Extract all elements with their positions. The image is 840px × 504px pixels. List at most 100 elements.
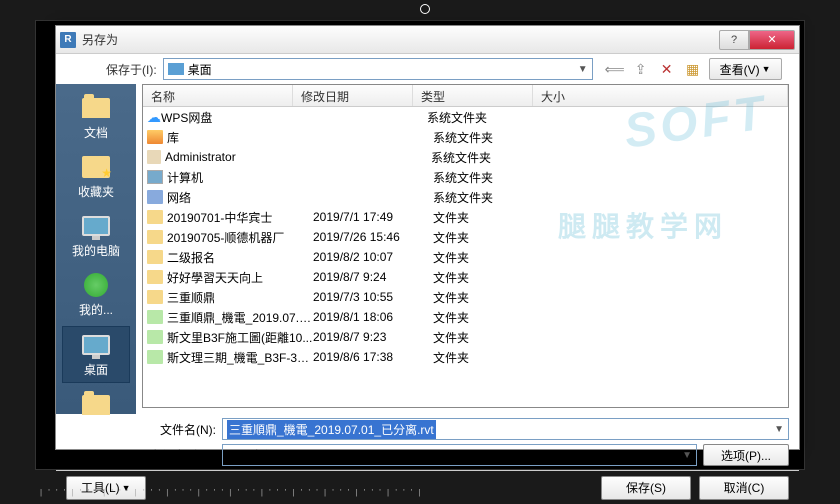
- file-row[interactable]: 斯文理三期_機電_B3F-3F...2019/8/6 17:38文件夹: [143, 347, 788, 367]
- sidebar-item-收藏夹[interactable]: 收藏夹: [62, 149, 130, 204]
- view-label: 查看(V): [720, 61, 760, 78]
- file-row[interactable]: 网络 系统文件夹: [143, 187, 788, 207]
- folder-icon: [80, 94, 112, 122]
- titlebar[interactable]: R 另存为 ? ✕: [56, 26, 799, 54]
- row-date: 2019/7/3 10:55: [313, 290, 433, 304]
- filetype-label: 文件类型(T):: [136, 447, 216, 464]
- toolbar: 保存于(I): 桌面 ▼ ⟸ ⇪ ✕ ▦ 查看(V) ▼: [56, 54, 799, 84]
- row-name: WPS网盘: [161, 109, 307, 126]
- row-type: 系统文件夹: [427, 109, 547, 126]
- row-name: 三重順鼎_機電_2019.07.0...: [167, 309, 313, 326]
- chevron-down-icon: ▼: [762, 64, 771, 74]
- col-name[interactable]: 名称: [143, 85, 293, 106]
- file-row[interactable]: 斯文里B3F施工圖(距離10...2019/8/7 9:23文件夹: [143, 327, 788, 347]
- dialog-title: 另存为: [82, 31, 719, 48]
- row-date: 2019/8/2 10:07: [313, 250, 433, 264]
- bottom-fields: 文件名(N): 三重順鼎_機電_2019.07.01_已分离.rvt ▼ 文件类…: [56, 414, 799, 470]
- filetype-dropdown[interactable]: 项目文件 (*.rvt) ▼: [222, 444, 697, 466]
- row-name: 计算机: [167, 169, 313, 186]
- sidebar-label: 我的...: [79, 301, 113, 318]
- up-icon[interactable]: ⇪: [631, 59, 651, 79]
- row-name: 斯文里B3F施工圖(距離10...: [167, 329, 313, 346]
- file-row[interactable]: 计算机 系统文件夹: [143, 167, 788, 187]
- row-name: 20190701-中华宾士: [167, 209, 313, 226]
- back-icon[interactable]: ⟸: [605, 59, 625, 79]
- col-type[interactable]: 类型: [413, 85, 533, 106]
- app-icon: R: [60, 32, 76, 48]
- row-type: 系统文件夹: [433, 189, 553, 206]
- close-button[interactable]: ✕: [749, 30, 795, 50]
- row-type: 文件夹: [433, 249, 553, 266]
- file-row[interactable]: 20190705-顺德机器厂2019/7/26 15:46文件夹: [143, 227, 788, 247]
- col-size[interactable]: 大小: [533, 85, 788, 106]
- row-type: 文件夹: [433, 209, 553, 226]
- row-date: 2019/8/6 17:38: [313, 350, 433, 364]
- globe-icon: [80, 271, 112, 299]
- file-row[interactable]: 库 系统文件夹: [143, 127, 788, 147]
- row-name: 20190705-顺德机器厂: [167, 229, 313, 246]
- view-button[interactable]: 查看(V) ▼: [709, 58, 782, 80]
- row-date: 2019/8/7 9:23: [313, 330, 433, 344]
- save-in-label: 保存于(I):: [106, 61, 157, 78]
- sidebar-label: 文档: [84, 124, 108, 141]
- location-text: 桌面: [188, 61, 212, 78]
- folder-icon: [80, 391, 112, 419]
- file-row[interactable]: 好好學習天天向上2019/8/7 9:24文件夹: [143, 267, 788, 287]
- row-type: 系统文件夹: [431, 149, 551, 166]
- chevron-down-icon[interactable]: ▼: [682, 450, 692, 461]
- file-row[interactable]: 20190701-中华宾士2019/7/1 17:49文件夹: [143, 207, 788, 227]
- delete-icon[interactable]: ✕: [657, 59, 677, 79]
- file-row[interactable]: 三重顺鼎2019/7/3 10:55文件夹: [143, 287, 788, 307]
- row-type: 文件夹: [433, 289, 553, 306]
- row-type: 系统文件夹: [433, 129, 553, 146]
- monitor-icon: [80, 212, 112, 240]
- new-folder-icon[interactable]: ▦: [683, 59, 703, 79]
- sidebar-item-桌面[interactable]: 桌面: [62, 326, 130, 383]
- sidebar-item-我的...[interactable]: 我的...: [62, 267, 130, 322]
- places-sidebar: 文档收藏夹我的电脑我的... 桌面: [56, 84, 136, 414]
- desktop-icon: [168, 63, 184, 75]
- chevron-down-icon: ▼: [578, 64, 588, 75]
- options-button[interactable]: 选项(P)...: [703, 444, 789, 466]
- row-name: Administrator: [165, 150, 311, 164]
- save-as-dialog: R 另存为 ? ✕ 保存于(I): 桌面 ▼ ⟸ ⇪ ✕ ▦ 查看(V) ▼ 文…: [55, 25, 800, 450]
- row-name: 三重顺鼎: [167, 289, 313, 306]
- sidebar-label: 我的电脑: [72, 242, 120, 259]
- row-name: 好好學習天天向上: [167, 269, 313, 286]
- row-date: 2019/7/1 17:49: [313, 210, 433, 224]
- sidebar-item-文档[interactable]: 文档: [62, 90, 130, 145]
- resize-handle-top[interactable]: [420, 4, 430, 14]
- footer: 工具(L) ▼ 保存(S) 取消(C): [56, 470, 799, 504]
- sidebar-item-我的电脑[interactable]: 我的电脑: [62, 208, 130, 263]
- file-row[interactable]: Administrator 系统文件夹: [143, 147, 788, 167]
- row-name: 斯文理三期_機電_B3F-3F...: [167, 349, 313, 366]
- row-date: 2019/8/1 18:06: [313, 310, 433, 324]
- filename-value: 三重順鼎_機電_2019.07.01_已分离.rvt: [227, 420, 436, 439]
- sidebar-label: 桌面: [84, 361, 108, 378]
- row-name: 二级报名: [167, 249, 313, 266]
- help-button[interactable]: ?: [719, 30, 749, 50]
- chevron-down-icon[interactable]: ▼: [774, 424, 784, 435]
- file-row[interactable]: 二级报名2019/8/2 10:07文件夹: [143, 247, 788, 267]
- filename-label: 文件名(N):: [136, 421, 216, 438]
- location-dropdown[interactable]: 桌面 ▼: [163, 58, 593, 80]
- file-row[interactable]: 三重順鼎_機電_2019.07.0...2019/8/1 18:06文件夹: [143, 307, 788, 327]
- col-date[interactable]: 修改日期: [293, 85, 413, 106]
- star-icon: [80, 153, 112, 181]
- row-type: 文件夹: [433, 349, 553, 366]
- file-row[interactable]: ☁WPS网盘系统文件夹: [143, 107, 788, 127]
- row-date: 2019/8/7 9:24: [313, 270, 433, 284]
- row-name: 网络: [167, 189, 313, 206]
- file-list: SOFT 腿腿教学网 名称 修改日期 类型 大小 ☁WPS网盘系统文件夹库系统文…: [142, 84, 789, 408]
- row-type: 文件夹: [433, 269, 553, 286]
- row-type: 系统文件夹: [433, 169, 553, 186]
- list-header: 名称 修改日期 类型 大小: [143, 85, 788, 107]
- row-date: 2019/7/26 15:46: [313, 230, 433, 244]
- timeline-ruler: | ' ' ' | ' ' ' | ' ' ' | ' ' ' | ' ' ' …: [40, 488, 800, 498]
- filetype-value: 项目文件 (*.rvt): [227, 447, 308, 464]
- list-rows[interactable]: ☁WPS网盘系统文件夹库系统文件夹Administrator系统文件夹计算机系统…: [143, 107, 788, 407]
- row-type: 文件夹: [433, 309, 553, 326]
- row-name: 库: [167, 129, 313, 146]
- row-type: 文件夹: [433, 329, 553, 346]
- filename-input[interactable]: 三重順鼎_機電_2019.07.01_已分离.rvt ▼: [222, 418, 789, 440]
